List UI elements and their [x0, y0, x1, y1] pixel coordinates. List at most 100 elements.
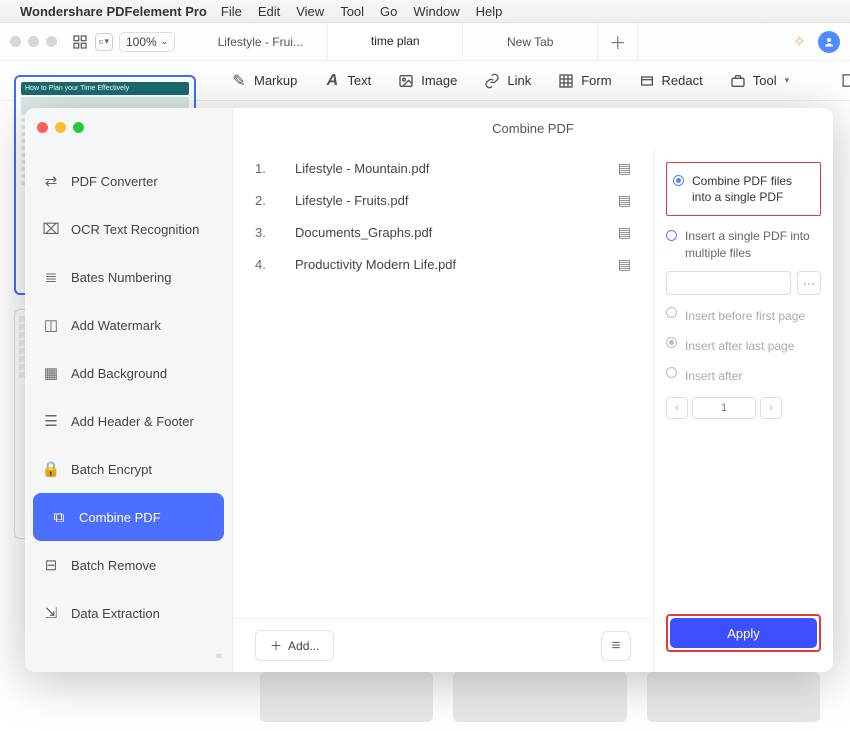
background-icon: ▦: [43, 365, 59, 381]
page-range-icon[interactable]: ▤: [618, 256, 631, 273]
file-row-3[interactable]: 3.Documents_Graphs.pdf▤: [255, 216, 631, 248]
bates-icon: ≣: [43, 269, 59, 285]
insert-file-input[interactable]: [666, 271, 791, 295]
apply-button[interactable]: Apply: [670, 618, 817, 648]
menu-tool[interactable]: Tool: [340, 4, 364, 19]
sidebar-item-background[interactable]: ▦Add Background: [25, 349, 232, 397]
app-name[interactable]: Wondershare PDFelement Pro: [20, 4, 207, 19]
modal-title: Combine PDF: [233, 108, 833, 148]
radio-icon: [666, 307, 677, 318]
radio-insert-before: Insert before first page: [666, 305, 821, 327]
modal-maximize-icon[interactable]: [73, 122, 84, 133]
markup-icon: ✎: [230, 72, 248, 90]
sidebar-item-combine-pdf[interactable]: ⧉Combine PDF: [33, 493, 224, 541]
sidebar-item-data-extraction[interactable]: ⇲Data Extraction: [25, 589, 232, 637]
file-row-1[interactable]: 1.Lifestyle - Mountain.pdf▤: [255, 152, 631, 184]
stepper-prev-button[interactable]: ‹: [666, 397, 688, 419]
text-icon: A: [323, 72, 341, 90]
modal-sidebar: ⇄PDF Converter ⌧OCR Text Recognition ≣Ba…: [25, 108, 233, 672]
combine-options-panel: Combine PDF files into a single PDF Inse…: [653, 148, 833, 672]
apply-button-highlight: Apply: [666, 614, 821, 652]
sidebar-item-pdf-converter[interactable]: ⇄PDF Converter: [25, 157, 232, 205]
sidebar-collapse-icon[interactable]: «: [25, 640, 232, 672]
menu-go[interactable]: Go: [380, 4, 397, 19]
option-combine-single-highlight: Combine PDF files into a single PDF: [666, 162, 821, 216]
sidebar-item-ocr[interactable]: ⌧OCR Text Recognition: [25, 205, 232, 253]
thumbnails-grid-icon[interactable]: [71, 33, 89, 51]
image-icon: [397, 72, 415, 90]
tool-dropdown[interactable]: Tool▾: [729, 72, 789, 90]
file-row-4[interactable]: 4.Productivity Modern Life.pdf▤: [255, 248, 631, 280]
file-list-footer: ＋Add... ≡: [233, 618, 653, 672]
sidebar-item-batch-encrypt[interactable]: 🔒Batch Encrypt: [25, 445, 232, 493]
stepper-next-button[interactable]: ›: [760, 397, 782, 419]
menu-help[interactable]: Help: [476, 4, 503, 19]
page-number-input[interactable]: [692, 397, 756, 419]
radio-insert-multiple[interactable]: Insert a single PDF into multiple files: [666, 228, 821, 260]
radio-combine-single[interactable]: Combine PDF files into a single PDF: [673, 173, 814, 205]
radio-insert-after-last: Insert after last page: [666, 335, 821, 357]
background-page-content: [230, 672, 850, 722]
modal-close-icon[interactable]: [37, 122, 48, 133]
file-row-2[interactable]: 2.Lifestyle - Fruits.pdf▤: [255, 184, 631, 216]
text-button[interactable]: AText: [323, 72, 371, 90]
form-icon: [557, 72, 575, 90]
image-button[interactable]: Image: [397, 72, 457, 90]
document-tabs: Lifestyle - Frui... time plan New Tab ＋: [193, 23, 784, 60]
page-number-stepper: ‹ ›: [666, 397, 821, 419]
lock-icon: 🔒: [43, 461, 59, 477]
redact-icon: [638, 72, 656, 90]
zoom-select[interactable]: 100%⌄: [119, 32, 175, 52]
browse-file-button[interactable]: ···: [797, 271, 821, 295]
panels-icon[interactable]: [841, 72, 850, 90]
user-avatar[interactable]: [818, 31, 840, 53]
radio-icon: [673, 175, 684, 186]
tips-bulb-icon[interactable]: ✧: [793, 32, 806, 52]
remove-icon: ⊟: [43, 557, 59, 573]
page-range-icon[interactable]: ▤: [618, 224, 631, 241]
tab-time-plan[interactable]: time plan: [328, 23, 463, 60]
radio-icon: [666, 337, 677, 348]
combine-pdf-modal: ⇄PDF Converter ⌧OCR Text Recognition ≣Ba…: [25, 108, 833, 672]
redact-button[interactable]: Redact: [638, 72, 703, 90]
markup-button[interactable]: ✎Markup: [230, 72, 297, 90]
watermark-icon: ◫: [43, 317, 59, 333]
menu-edit[interactable]: Edit: [258, 4, 280, 19]
link-icon: [483, 72, 501, 90]
ocr-icon: ⌧: [43, 221, 59, 237]
macos-menubar: Wondershare PDFelement Pro File Edit Vie…: [0, 0, 850, 23]
sidebar-item-header-footer[interactable]: ☰Add Header & Footer: [25, 397, 232, 445]
close-window-icon[interactable]: [10, 36, 21, 47]
sidebar-toggle-icon[interactable]: ▾: [95, 33, 113, 51]
modal-minimize-icon[interactable]: [55, 122, 66, 133]
menu-view[interactable]: View: [296, 4, 324, 19]
thumbnail-title: How to Plan your Time Effectively: [21, 82, 189, 95]
window-toolbar: ▾ 100%⌄ Lifestyle - Frui... time plan Ne…: [0, 23, 850, 61]
file-list: 1.Lifestyle - Mountain.pdf▤ 2.Lifestyle …: [233, 148, 653, 618]
form-button[interactable]: Form: [557, 72, 611, 90]
new-tab-button[interactable]: ＋: [598, 23, 638, 60]
radio-insert-after: Insert after: [666, 365, 821, 387]
sidebar-item-watermark[interactable]: ◫Add Watermark: [25, 301, 232, 349]
extract-icon: ⇲: [43, 605, 59, 621]
minimize-window-icon[interactable]: [28, 36, 39, 47]
page-range-icon[interactable]: ▤: [618, 192, 631, 209]
plus-icon: ＋: [270, 637, 282, 654]
modal-window-controls: [25, 112, 232, 143]
add-files-button[interactable]: ＋Add...: [255, 630, 334, 661]
list-options-button[interactable]: ≡: [601, 631, 631, 661]
link-button[interactable]: Link: [483, 72, 531, 90]
maximize-window-icon[interactable]: [46, 36, 57, 47]
combine-icon: ⧉: [51, 509, 67, 525]
tab-new-tab[interactable]: New Tab: [463, 23, 598, 60]
radio-icon: [666, 367, 677, 378]
page-range-icon[interactable]: ▤: [618, 160, 631, 177]
tab-lifestyle-fruits[interactable]: Lifestyle - Frui...: [193, 23, 328, 60]
sidebar-item-bates[interactable]: ≣Bates Numbering: [25, 253, 232, 301]
radio-icon: [666, 230, 677, 241]
converter-icon: ⇄: [43, 173, 59, 189]
sidebar-item-batch-remove[interactable]: ⊟Batch Remove: [25, 541, 232, 589]
menu-file[interactable]: File: [221, 4, 242, 19]
toolbox-icon: [729, 72, 747, 90]
menu-window[interactable]: Window: [413, 4, 459, 19]
